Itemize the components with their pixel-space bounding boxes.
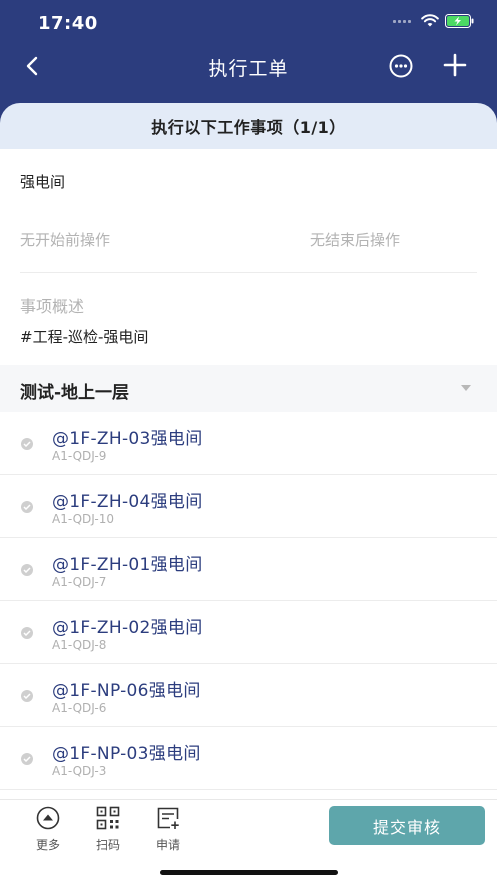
task-name: @1F-NP-06强电间 (52, 681, 201, 701)
page-title: 执行工单 (208, 58, 289, 80)
submit-review-button[interactable]: 提交审核 (329, 806, 485, 845)
circle-up-icon (35, 805, 61, 831)
back-button[interactable] (18, 52, 46, 80)
post-operation-text: 无结束后操作 (310, 231, 401, 249)
status-bar: 17:40 (0, 0, 497, 46)
section-header: 执行以下工作事项（1/1） (0, 103, 497, 149)
bottom-toolbar: 更多 扫码 申请 提交审核 (0, 799, 497, 883)
check-circle-icon (21, 753, 33, 765)
pre-operation-text: 无开始前操作 (20, 231, 111, 249)
cellular-signal-icon (393, 19, 411, 23)
group-header[interactable]: 测试-地上一层 (0, 365, 497, 412)
chevron-left-icon (26, 56, 38, 76)
battery-charging-icon (445, 14, 474, 28)
more-label: 更多 (35, 838, 60, 852)
description-value: #工程-巡检-强电间 (20, 328, 149, 346)
more-options-icon[interactable] (388, 53, 414, 79)
wifi-icon (421, 14, 439, 27)
home-indicator (160, 870, 338, 875)
task-item[interactable]: @1F-ZH-01强电间 A1-QDJ-7 (0, 538, 497, 601)
qr-code-icon (95, 805, 121, 831)
task-name: @1F-ZH-04强电间 (52, 492, 203, 512)
description-label: 事项概述 (20, 297, 85, 316)
apply-label: 申请 (155, 838, 180, 852)
task-code: A1-QDJ-7 (52, 575, 107, 589)
task-item[interactable]: @1F-NP-06强电间 A1-QDJ-6 (0, 664, 497, 727)
work-item-location: 强电间 (20, 173, 66, 191)
navigation-bar: 执行工单 (0, 46, 497, 86)
task-name: @1F-ZH-03强电间 (52, 429, 203, 449)
task-code: A1-QDJ-3 (52, 764, 107, 778)
task-name: @1F-ZH-01强电间 (52, 555, 203, 575)
task-item[interactable]: @1F-ZH-03强电间 A1-QDJ-9 (0, 412, 497, 475)
task-item[interactable]: @1F-ZH-02强电间 A1-QDJ-8 (0, 601, 497, 664)
task-name: @1F-NP-03强电间 (52, 744, 201, 764)
form-add-icon (155, 805, 181, 831)
add-icon[interactable] (441, 51, 469, 79)
status-icons (393, 14, 475, 28)
status-time: 17:40 (38, 13, 98, 34)
scan-label: 扫码 (95, 838, 120, 852)
caret-down-icon (461, 385, 471, 391)
task-name: @1F-ZH-02强电间 (52, 618, 203, 638)
check-circle-icon (21, 564, 33, 576)
more-button[interactable]: 更多 (28, 805, 68, 855)
task-code: A1-QDJ-10 (52, 512, 115, 526)
task-list: @1F-ZH-03强电间 A1-QDJ-9 @1F-ZH-04强电间 A1-QD… (0, 412, 497, 790)
check-circle-icon (21, 690, 33, 702)
task-item[interactable]: @1F-NP-03强电间 A1-QDJ-3 (0, 727, 497, 790)
divider (20, 272, 477, 273)
check-circle-icon (21, 627, 33, 639)
check-circle-icon (21, 501, 33, 513)
scan-button[interactable]: 扫码 (88, 805, 128, 855)
group-title: 测试-地上一层 (20, 383, 130, 403)
task-code: A1-QDJ-9 (52, 449, 107, 463)
check-circle-icon (21, 438, 33, 450)
task-item[interactable]: @1F-ZH-04强电间 A1-QDJ-10 (0, 475, 497, 538)
task-code: A1-QDJ-6 (52, 701, 107, 715)
apply-button[interactable]: 申请 (148, 805, 188, 855)
task-code: A1-QDJ-8 (52, 638, 107, 652)
